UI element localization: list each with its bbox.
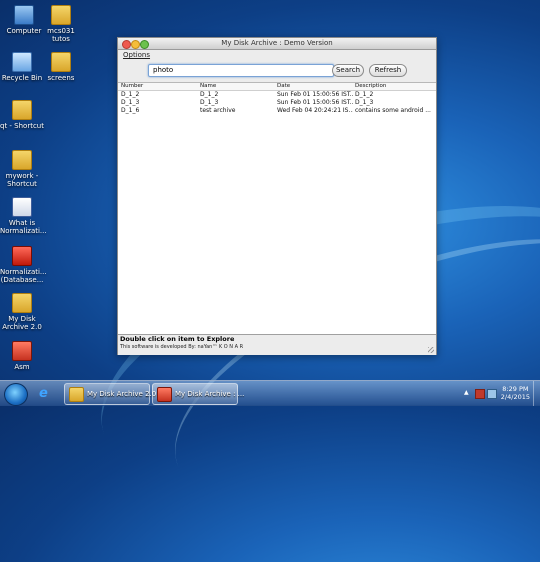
internet-explorer-button[interactable]: e: [35, 384, 57, 403]
menu-bar: Options: [118, 50, 436, 60]
cell-date: Sun Feb 01 15:00:56 IST...: [277, 91, 353, 98]
internet-explorer-icon: e: [39, 386, 48, 401]
network-icon[interactable]: [475, 389, 485, 399]
show-hidden-icons-icon[interactable]: ▲: [464, 389, 472, 397]
minimize-window-button[interactable]: [131, 40, 140, 49]
taskbar-item-my-disk-archive-folder[interactable]: My Disk Archive 2.0: [64, 383, 156, 405]
start-button[interactable]: [4, 383, 28, 406]
status-footer: Double click on item to Explore This sof…: [118, 334, 436, 355]
cell-number: D_1_2: [121, 91, 140, 98]
folder-icon: [69, 387, 84, 402]
clock-date: 2/4/2015: [500, 393, 530, 401]
taskbar: e My Disk Archive 2.0 My Disk Archive : …: [0, 380, 540, 406]
desktop-icon-label: qt - Shortcut: [0, 122, 44, 130]
developer-credit: This software is developed By: naYan™ K …: [120, 344, 244, 350]
folder-icon: [51, 52, 71, 72]
refresh-button[interactable]: Refresh: [369, 64, 407, 77]
search-button[interactable]: Search: [332, 64, 364, 77]
explore-hint: Double click on item to Explore: [120, 335, 235, 343]
menu-options[interactable]: Options: [123, 51, 150, 59]
cell-description: contains some android ...: [355, 107, 431, 114]
show-desktop-button[interactable]: [533, 381, 540, 406]
cell-date: Sun Feb 01 15:00:56 IST...: [277, 99, 353, 106]
shortcut-icon: [12, 150, 32, 170]
desktop-icon-recycle-bin[interactable]: Recycle Bin: [0, 52, 44, 82]
desktop-icon-word-document[interactable]: What is Normalizati...: [0, 197, 47, 235]
desktop-icon-mcs031-tutos[interactable]: mcs031 tutos: [39, 5, 83, 43]
maximize-window-button[interactable]: [140, 40, 149, 49]
desktop-icon-label: Normalizati... (Database...: [0, 268, 47, 284]
clock-time: 8:29 PM: [502, 385, 529, 393]
resize-grip-icon[interactable]: [428, 347, 434, 353]
desktop-icon-my-disk-archive[interactable]: My Disk Archive 2.0: [0, 293, 44, 331]
cell-name: D_1_3: [200, 99, 219, 106]
cell-date: Wed Feb 04 20:24:21 IS...: [277, 107, 353, 114]
cell-description: D_1_3: [355, 99, 374, 106]
app-icon: [12, 341, 32, 361]
word-document-icon: [12, 197, 32, 217]
pdf-icon: [12, 246, 32, 266]
cell-description: D_1_2: [355, 91, 374, 98]
taskbar-item-label: My Disk Archive : ...: [175, 390, 245, 398]
desktop-icon-mywork-shortcut[interactable]: mywork - Shortcut: [0, 150, 44, 188]
close-window-button[interactable]: [122, 40, 131, 49]
cell-number: D_1_6: [121, 107, 140, 114]
table-row[interactable]: D_1_3 D_1_3 Sun Feb 01 15:00:56 IST... D…: [118, 99, 436, 107]
taskbar-item-my-disk-archive-app[interactable]: My Disk Archive : ...: [152, 383, 244, 405]
title-bar[interactable]: My Disk Archive : Demo Version: [118, 38, 436, 50]
shortcut-icon: [12, 100, 32, 120]
column-header-description[interactable]: Description: [355, 83, 433, 90]
desktop-icon-screens[interactable]: screens: [39, 52, 83, 82]
desktop-icon-label: Computer: [6, 27, 42, 35]
taskbar-item-label: My Disk Archive 2.0: [87, 390, 157, 398]
search-input[interactable]: photo: [148, 64, 334, 77]
desktop-icon-label: mcs031 tutos: [47, 27, 75, 43]
app-window: My Disk Archive : Demo Version Options p…: [117, 37, 437, 355]
window-title: My Disk Archive : Demo Version: [221, 39, 333, 47]
cell-name: D_1_2: [200, 91, 219, 98]
folder-icon: [12, 293, 32, 313]
recycle-bin-icon: [12, 52, 32, 72]
desktop-icon-label: What is Normalizati...: [0, 219, 47, 235]
folder-icon: [51, 5, 71, 25]
cell-number: D_1_3: [121, 99, 140, 106]
system-tray: ▲ 8:29 PM 2/4/2015: [460, 381, 540, 406]
column-header-date[interactable]: Date: [277, 83, 353, 90]
desktop-icon-pdf[interactable]: Normalizati... (Database...: [0, 246, 47, 284]
table-row[interactable]: D_1_6 test archive Wed Feb 04 20:24:21 I…: [118, 107, 436, 115]
desktop-icon-label: screens: [47, 74, 75, 82]
desktop-icon-label: Asm: [14, 363, 30, 371]
desktop-icon-qt-shortcut[interactable]: qt - Shortcut: [0, 100, 44, 130]
search-row: photo Search Refresh: [118, 60, 436, 82]
desktop-icon-label: Recycle Bin: [1, 74, 43, 82]
desktop-icon-label: My Disk Archive 2.0: [2, 315, 42, 331]
desktop-icon-label: mywork - Shortcut: [5, 172, 39, 188]
table-row[interactable]: D_1_2 D_1_2 Sun Feb 01 15:00:56 IST... D…: [118, 91, 436, 99]
desktop-icon-asm[interactable]: Asm: [0, 341, 44, 371]
cell-name: test archive: [200, 107, 236, 114]
volume-icon[interactable]: [487, 389, 497, 399]
table-header: Number Name Date Description: [118, 83, 436, 91]
clock[interactable]: 8:29 PM 2/4/2015: [501, 385, 530, 401]
archive-table: Number Name Date Description D_1_2 D_1_2…: [118, 82, 436, 335]
column-header-number[interactable]: Number: [121, 83, 195, 90]
column-header-name[interactable]: Name: [200, 83, 274, 90]
computer-icon: [14, 5, 34, 25]
java-app-icon: [157, 387, 172, 402]
